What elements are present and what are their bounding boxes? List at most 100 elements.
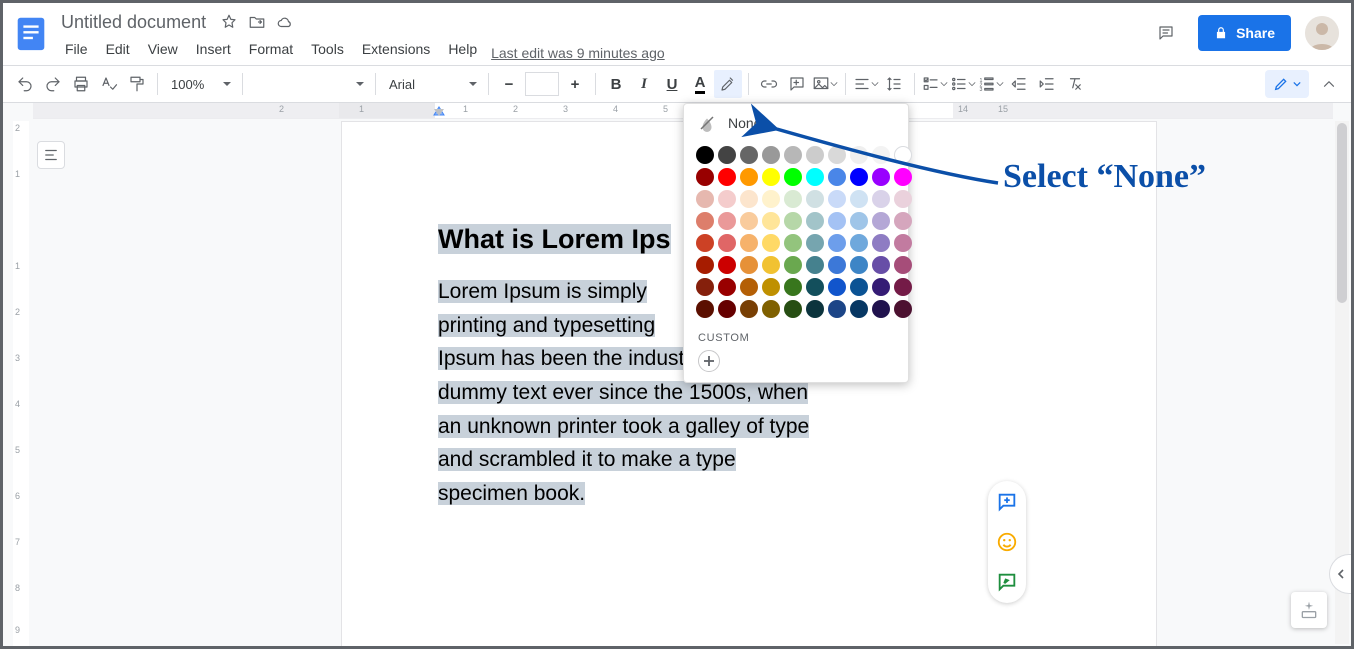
color-swatch[interactable]: [894, 256, 912, 274]
color-swatch[interactable]: [806, 300, 824, 318]
menu-help[interactable]: Help: [440, 37, 485, 61]
indent-increase-button[interactable]: [1033, 70, 1061, 98]
insert-image-button[interactable]: [811, 70, 839, 98]
color-swatch[interactable]: [850, 278, 868, 296]
paragraph-style-select[interactable]: [249, 71, 369, 97]
color-swatch[interactable]: [718, 300, 736, 318]
color-swatch[interactable]: [806, 256, 824, 274]
color-swatch[interactable]: [850, 234, 868, 252]
color-swatch[interactable]: [718, 168, 736, 186]
side-panel-toggle[interactable]: [1329, 554, 1351, 594]
insert-link-button[interactable]: [755, 70, 783, 98]
add-emoji-icon[interactable]: [994, 529, 1020, 555]
color-swatch[interactable]: [740, 278, 758, 296]
color-swatch[interactable]: [762, 300, 780, 318]
color-swatch[interactable]: [696, 300, 714, 318]
docs-logo[interactable]: [11, 13, 51, 53]
color-swatch[interactable]: [872, 300, 890, 318]
color-swatch[interactable]: [806, 212, 824, 230]
zoom-select[interactable]: 100%: [164, 71, 236, 97]
menu-file[interactable]: File: [57, 37, 96, 61]
last-edit-link[interactable]: Last edit was 9 minutes ago: [491, 45, 665, 65]
bold-button[interactable]: B: [602, 70, 630, 98]
color-swatch[interactable]: [872, 212, 890, 230]
color-swatch[interactable]: [828, 234, 846, 252]
explore-button[interactable]: [1291, 592, 1327, 628]
clear-formatting-button[interactable]: [1061, 70, 1089, 98]
star-icon[interactable]: [220, 13, 238, 31]
font-family-select[interactable]: Arial: [382, 71, 482, 97]
menu-extensions[interactable]: Extensions: [354, 37, 438, 61]
color-swatch[interactable]: [828, 256, 846, 274]
menu-edit[interactable]: Edit: [98, 37, 138, 61]
color-swatch[interactable]: [872, 256, 890, 274]
line-spacing-button[interactable]: [880, 70, 908, 98]
undo-button[interactable]: [11, 70, 39, 98]
spellcheck-button[interactable]: [95, 70, 123, 98]
color-swatch[interactable]: [850, 212, 868, 230]
color-swatch[interactable]: [740, 190, 758, 208]
suggest-edits-icon[interactable]: [994, 569, 1020, 595]
share-button[interactable]: Share: [1198, 15, 1291, 51]
color-swatch[interactable]: [696, 256, 714, 274]
color-swatch[interactable]: [894, 300, 912, 318]
numbered-list-button[interactable]: 123: [977, 70, 1005, 98]
color-swatch[interactable]: [894, 278, 912, 296]
text-color-button[interactable]: A: [686, 70, 714, 98]
align-button[interactable]: [852, 70, 880, 98]
color-swatch[interactable]: [762, 278, 780, 296]
color-swatch[interactable]: [784, 300, 802, 318]
color-swatch[interactable]: [894, 212, 912, 230]
color-swatch[interactable]: [718, 256, 736, 274]
color-swatch[interactable]: [718, 234, 736, 252]
editing-mode-button[interactable]: [1265, 70, 1309, 98]
bulleted-list-button[interactable]: [949, 70, 977, 98]
indent-decrease-button[interactable]: [1005, 70, 1033, 98]
color-swatch[interactable]: [828, 278, 846, 296]
cloud-status-icon[interactable]: [276, 13, 294, 31]
color-swatch[interactable]: [740, 234, 758, 252]
color-swatch[interactable]: [762, 212, 780, 230]
checklist-button[interactable]: [921, 70, 949, 98]
comment-history-button[interactable]: [1148, 15, 1184, 51]
show-outline-button[interactable]: [37, 141, 65, 169]
color-swatch[interactable]: [718, 278, 736, 296]
collapse-toolbar-button[interactable]: [1315, 70, 1343, 98]
color-swatch[interactable]: [740, 256, 758, 274]
color-swatch[interactable]: [762, 256, 780, 274]
move-icon[interactable]: [248, 13, 266, 31]
highlight-color-button[interactable]: [714, 70, 742, 98]
document-title[interactable]: Untitled document: [57, 9, 210, 35]
vertical-ruler[interactable]: 2 1 1 2 3 4 5 6 7 8 9: [13, 121, 29, 646]
menu-tools[interactable]: Tools: [303, 37, 352, 61]
color-swatch[interactable]: [718, 146, 736, 164]
underline-button[interactable]: U: [658, 70, 686, 98]
font-size-decrease[interactable]: −: [495, 70, 523, 98]
color-swatch[interactable]: [784, 212, 802, 230]
color-swatch[interactable]: [740, 212, 758, 230]
color-swatch[interactable]: [784, 278, 802, 296]
color-swatch[interactable]: [696, 168, 714, 186]
color-swatch[interactable]: [806, 234, 824, 252]
color-swatch[interactable]: [894, 234, 912, 252]
color-swatch[interactable]: [696, 234, 714, 252]
account-avatar[interactable]: [1305, 16, 1339, 50]
color-swatch[interactable]: [696, 146, 714, 164]
color-swatch[interactable]: [718, 212, 736, 230]
color-swatch[interactable]: [806, 278, 824, 296]
color-swatch[interactable]: [784, 234, 802, 252]
font-size-input[interactable]: [525, 72, 559, 96]
color-swatch[interactable]: [872, 278, 890, 296]
color-swatch[interactable]: [850, 300, 868, 318]
color-swatch[interactable]: [828, 212, 846, 230]
redo-button[interactable]: [39, 70, 67, 98]
insert-comment-button[interactable]: [783, 70, 811, 98]
color-swatch[interactable]: [740, 168, 758, 186]
color-swatch[interactable]: [784, 256, 802, 274]
paint-format-button[interactable]: [123, 70, 151, 98]
color-swatch[interactable]: [718, 190, 736, 208]
menu-format[interactable]: Format: [241, 37, 301, 61]
color-swatch[interactable]: [850, 256, 868, 274]
color-swatch[interactable]: [762, 234, 780, 252]
color-swatch[interactable]: [696, 212, 714, 230]
